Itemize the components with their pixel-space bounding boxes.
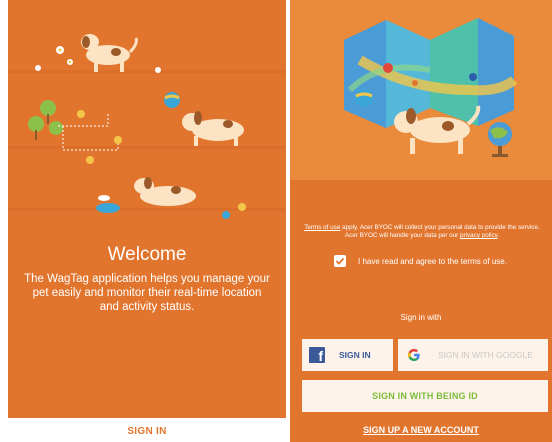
- ball-icon: [355, 89, 373, 107]
- privacy-policy-link[interactable]: privacy policy: [460, 232, 497, 239]
- facebook-signin-label: SIGN IN: [339, 350, 371, 360]
- location-pin-icon: [77, 110, 122, 164]
- facebook-signin-button[interactable]: f SIGN IN: [302, 339, 393, 371]
- tree-illustration: [28, 100, 63, 140]
- food-bowl-illustration: [96, 195, 120, 213]
- signin-screen: Terms of use apply. Acer BYOC will colle…: [290, 0, 552, 442]
- sign-up-link[interactable]: SIGN UP A NEW ACCOUNT: [290, 425, 552, 435]
- being-id-signin-button[interactable]: SIGN IN WITH BEING ID: [302, 380, 548, 412]
- facebook-icon: f: [309, 347, 325, 364]
- google-icon: [408, 349, 420, 361]
- welcome-illustration: [8, 34, 286, 219]
- sign-in-button[interactable]: SIGN IN: [8, 426, 286, 437]
- signin-header: [290, 0, 552, 180]
- ball-icon: [164, 92, 180, 108]
- welcome-panel: Welcome The WagTag application helps you…: [8, 0, 286, 418]
- dog-illustration-3: [134, 177, 196, 206]
- being-id-signin-label: SIGN IN WITH BEING ID: [372, 391, 478, 401]
- sign-in-with-label: Sign in with: [400, 313, 442, 322]
- dog-illustration-1: [81, 34, 138, 72]
- agree-terms-row: I have read and agree to the terms of us…: [334, 254, 507, 268]
- terms-notice: Terms of use apply. Acer BYOC will colle…: [298, 224, 546, 240]
- terms-notice-end: .: [497, 232, 500, 239]
- google-signin-label: SIGN IN WITH GOOGLE: [438, 350, 533, 360]
- map-illustration: [344, 18, 518, 157]
- agree-terms-label: I have read and agree to the terms of us…: [358, 256, 507, 266]
- welcome-title: Welcome: [107, 244, 187, 265]
- checkmark-icon: [335, 257, 345, 265]
- terms-notice-text: apply. Acer BYOC will collect your perso…: [340, 224, 540, 239]
- welcome-description: The WagTag application helps you manage …: [24, 273, 270, 313]
- agree-terms-checkbox[interactable]: [334, 255, 346, 267]
- welcome-screen: Welcome The WagTag application helps you…: [8, 0, 286, 442]
- globe-icon: [488, 122, 512, 157]
- terms-of-use-link[interactable]: Terms of use: [304, 224, 340, 231]
- google-signin-button[interactable]: SIGN IN WITH GOOGLE: [398, 339, 548, 371]
- dog-illustration-2: [182, 111, 244, 146]
